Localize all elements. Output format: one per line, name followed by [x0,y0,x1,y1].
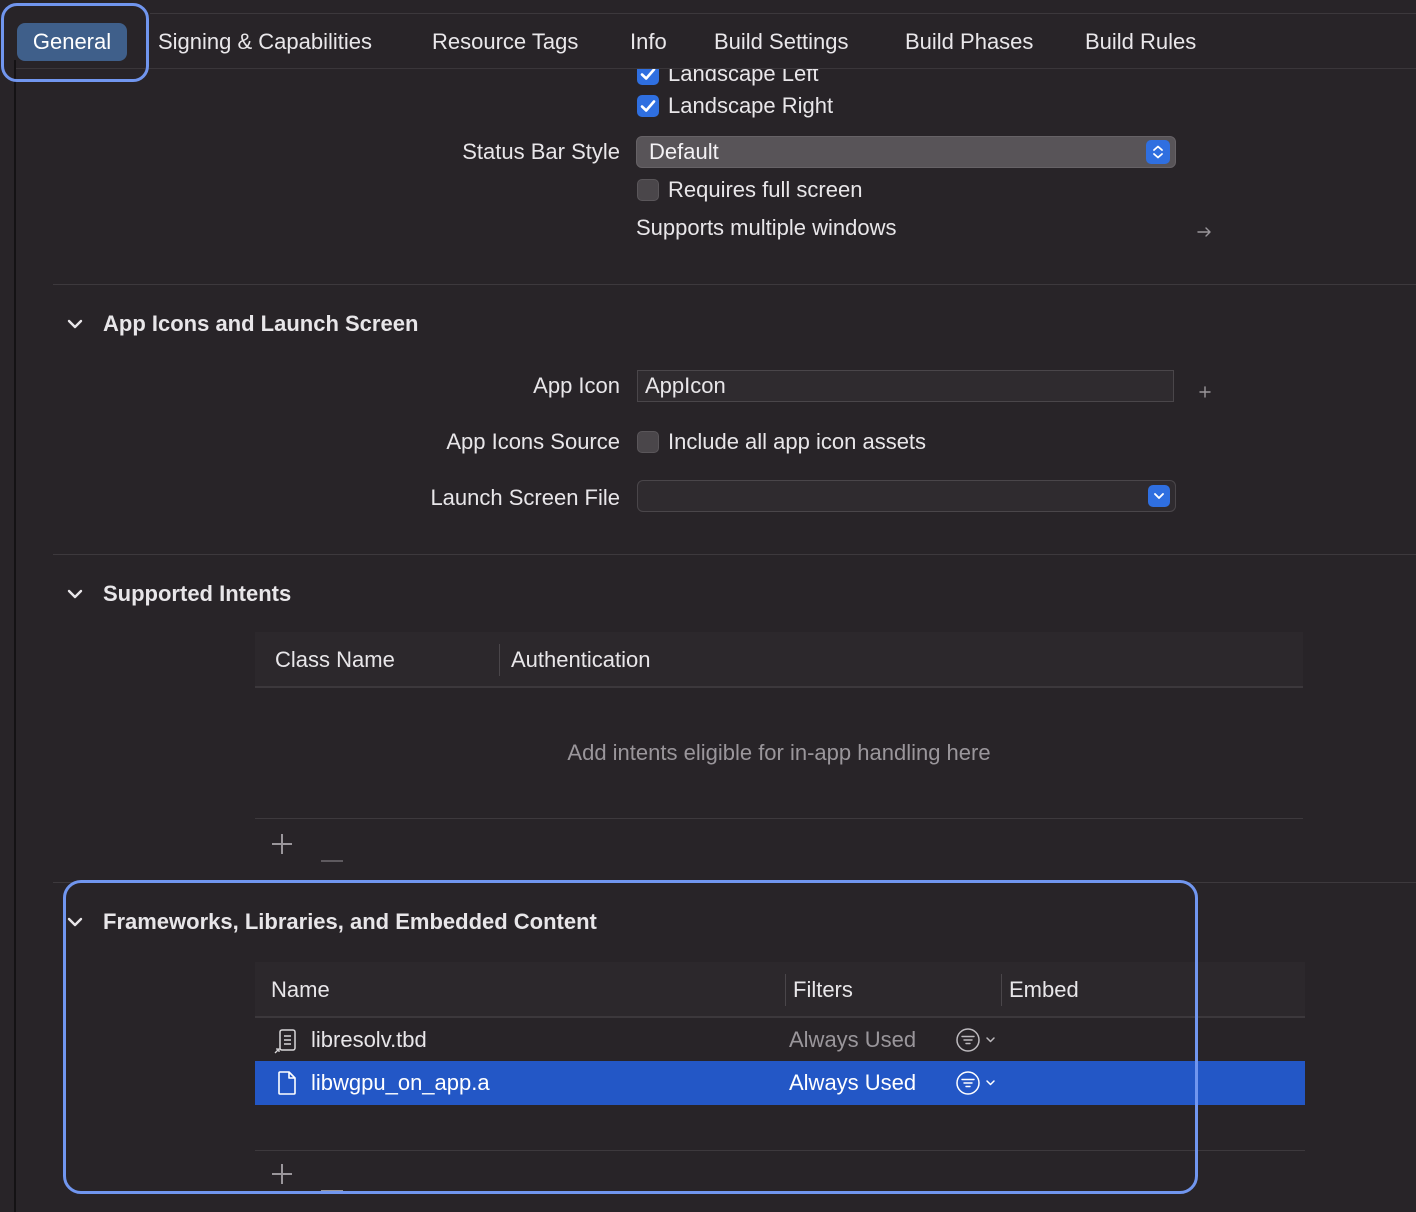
requires-full-screen-label: Requires full screen [668,177,863,202]
general-tab-highlight-outline [1,3,149,82]
app-icon-label: App Icon [533,373,620,398]
column-separator [499,644,500,676]
sidebar-divider [14,60,16,1212]
chevron-down-icon[interactable] [65,314,85,334]
requires-full-screen-checkbox[interactable] [637,179,659,201]
intents-table-header: Class Name Authentication [255,632,1303,686]
landscape-left-row: Landscape Left [0,69,1416,89]
add-icon[interactable] [1198,379,1212,398]
chevron-down-icon [1148,485,1170,507]
landscape-left-label: Landscape Left [668,69,819,86]
app-icons-source-label: App Icons Source [446,429,620,454]
column-header-class-name[interactable]: Class Name [275,645,395,675]
supported-intents-title: Supported Intents [103,581,292,606]
section-divider [53,284,1416,285]
landscape-left-checkbox[interactable] [637,69,659,85]
arrow-right-icon[interactable] [1196,220,1214,237]
intents-empty-text: Add intents eligible for in-app handling… [567,740,991,765]
landscape-right-checkbox[interactable] [637,95,659,117]
remove-intent-button[interactable] [321,843,343,862]
tab-build-phases[interactable]: Build Phases [905,27,1033,57]
tab-info[interactable]: Info [630,27,667,57]
tab-build-rules[interactable]: Build Rules [1085,27,1196,57]
tab-resource-tags[interactable]: Resource Tags [432,27,578,57]
section-divider [53,554,1416,555]
include-all-icons-checkbox[interactable] [637,431,659,453]
status-bar-style-label: Status Bar Style [462,139,620,164]
up-down-chevron-icon [1146,140,1170,164]
supports-multiple-windows-label: Supports multiple windows [636,215,897,240]
status-bar-style-value: Default [649,139,719,164]
app-icon-value: AppIcon [645,373,726,398]
status-bar-style-popup[interactable]: Default [636,136,1176,168]
add-intent-button[interactable] [271,833,293,855]
app-icons-section-title: App Icons and Launch Screen [103,311,419,336]
app-icon-field[interactable]: AppIcon [637,370,1174,402]
top-border [150,13,1416,14]
launch-screen-file-label: Launch Screen File [430,485,620,510]
landscape-right-label: Landscape Right [668,93,834,118]
tab-signing-capabilities[interactable]: Signing & Capabilities [158,27,372,57]
table-divider [255,818,1303,819]
frameworks-section-highlight-outline [63,880,1198,1194]
tab-build-settings[interactable]: Build Settings [714,27,849,57]
launch-screen-file-combo[interactable] [637,480,1176,512]
include-all-icons-label: Include all app icon assets [668,429,927,454]
chevron-down-icon[interactable] [65,584,85,604]
column-header-authentication[interactable]: Authentication [511,645,650,675]
table-header-divider [255,686,1303,688]
